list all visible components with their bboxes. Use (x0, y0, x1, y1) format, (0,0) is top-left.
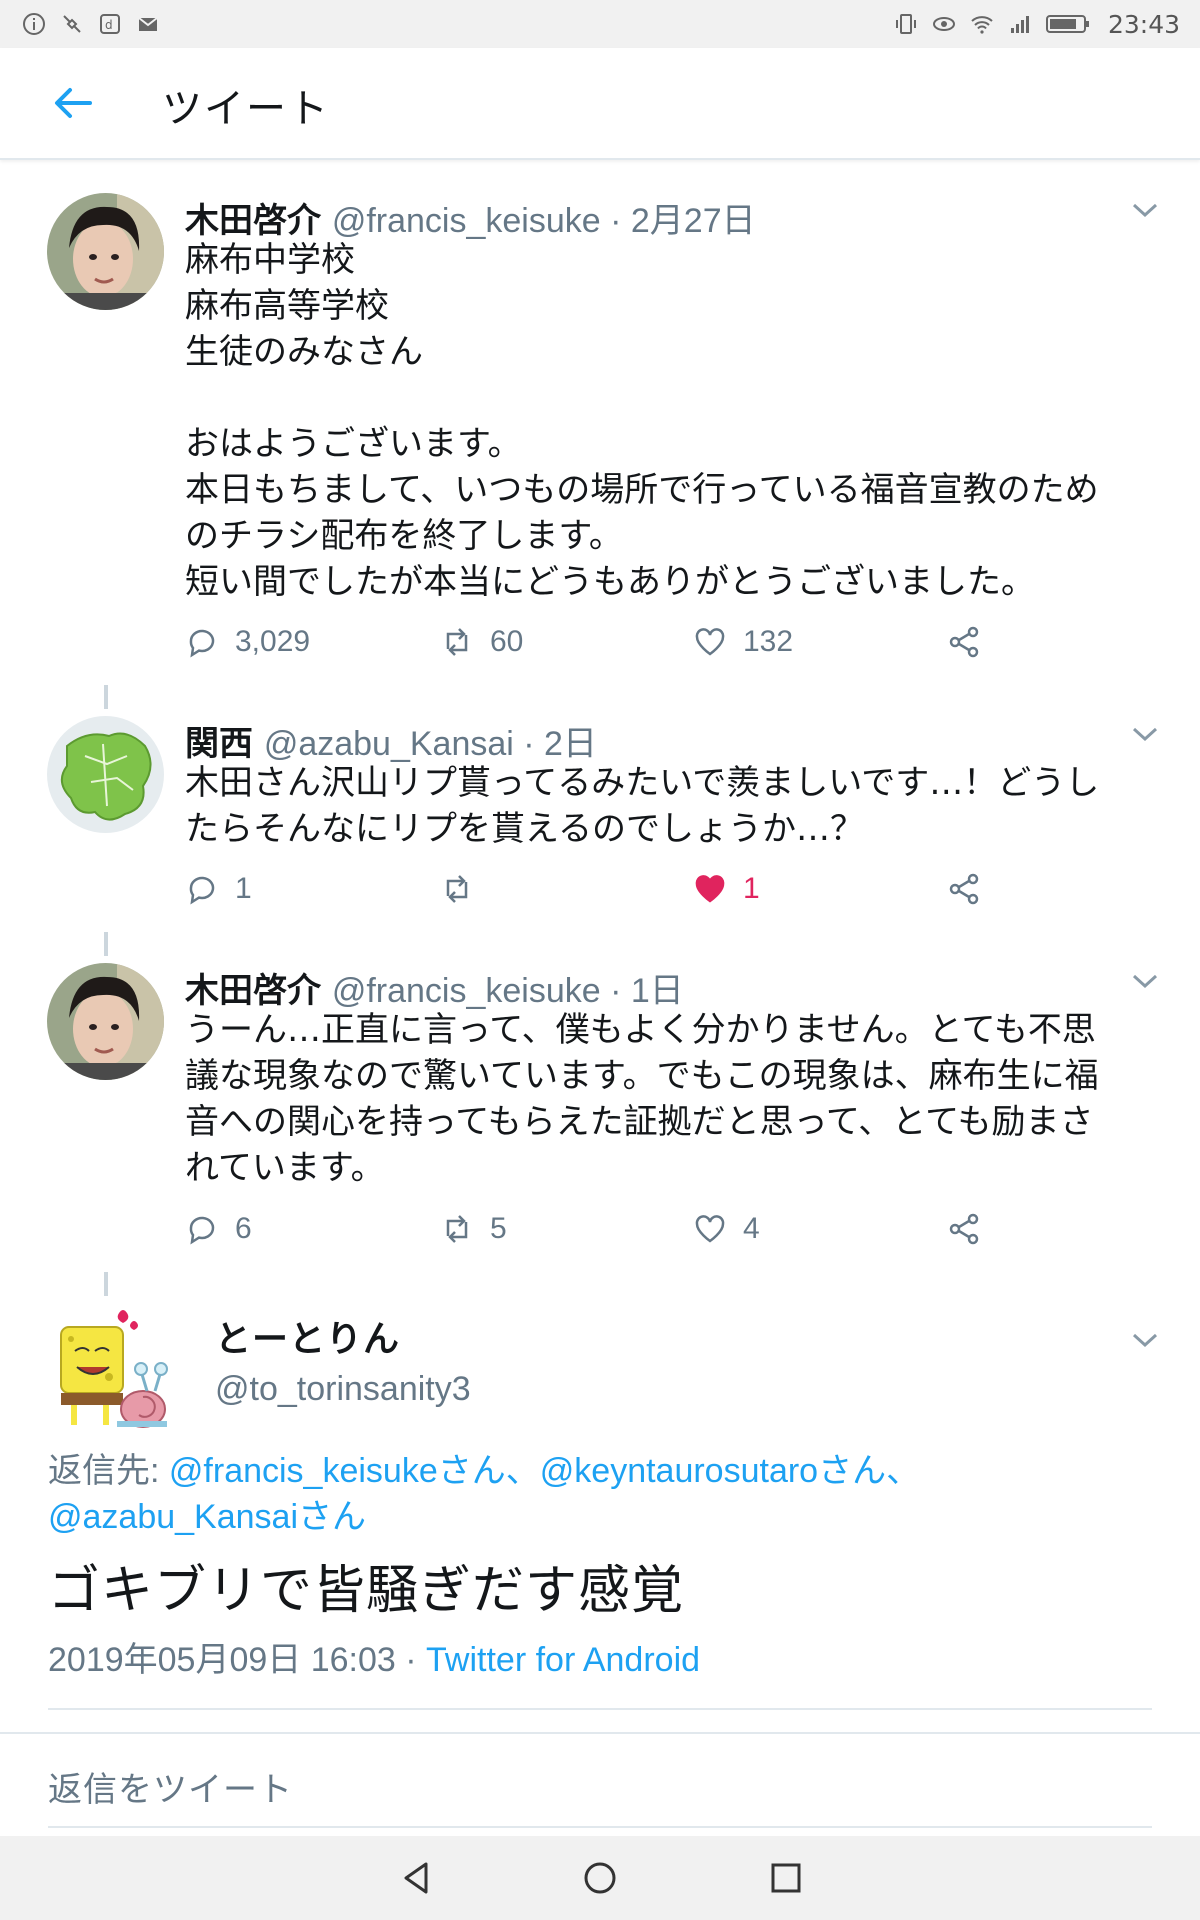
like-count: 1 (743, 872, 760, 905)
divider (0, 1732, 1200, 1734)
avatar-photo (47, 193, 164, 310)
thread-line (104, 685, 108, 709)
reply-input[interactable]: 返信をツイート (48, 1762, 293, 1811)
like-button[interactable]: 1 (693, 872, 760, 906)
share-icon (949, 626, 979, 658)
reply-count: 1 (235, 872, 252, 905)
satellite-icon (63, 15, 81, 33)
vibrate-icon (895, 14, 916, 34)
chevron-down-icon[interactable] (1130, 1330, 1160, 1350)
nav-back-icon[interactable] (394, 1856, 438, 1900)
author-handle-date[interactable]: @francis_keisuke · 1日 (332, 972, 684, 1010)
like-button[interactable]: 4 (693, 1212, 760, 1246)
retweet-icon (446, 628, 468, 656)
reply-icon (189, 1216, 215, 1245)
system-nav-bar (0, 1836, 1200, 1920)
status-bar-right: 23:43 (894, 10, 1180, 39)
sponge-character-avatar[interactable] (47, 1305, 177, 1435)
author-name[interactable]: 関西 (185, 724, 253, 764)
chevron-down-icon[interactable] (1130, 971, 1160, 991)
share-button[interactable] (947, 872, 981, 906)
focused-author-name[interactable]: とーとりん (215, 1310, 400, 1362)
map-avatar-image (47, 716, 164, 833)
reply-button[interactable]: 6 (185, 1212, 252, 1246)
reply-to-link[interactable]: @azabu_Kansaiさん (48, 1498, 366, 1536)
status-bar: d 23:43 (0, 0, 1200, 48)
share-button[interactable] (947, 1212, 981, 1246)
retweet-count: 60 (490, 625, 524, 658)
wifi-icon (971, 16, 993, 34)
reply-to-label: 返信先: (48, 1452, 169, 1490)
tweet-text: 木田さん沢山リプ貰ってるみたいで羨ましいです…！どうし たらそんなにリプを貰える… (185, 763, 1100, 849)
avatar[interactable] (47, 716, 164, 833)
thread-line (104, 932, 108, 956)
author-name[interactable]: 木田啓介 (185, 971, 321, 1011)
author-handle-date[interactable]: @francis_keisuke · 2月27日 (332, 202, 756, 240)
tweet-datetime: 2019年05月09日 16:03 · (48, 1641, 427, 1679)
signal-icon (1010, 16, 1029, 33)
retweet-count: 5 (490, 1212, 507, 1245)
retweet-button[interactable] (440, 872, 490, 906)
avatar[interactable] (47, 963, 164, 1080)
svg-text:d: d (105, 18, 113, 32)
heart-filled-icon (695, 875, 725, 903)
share-icon (949, 1213, 979, 1245)
retweet-icon (446, 1215, 468, 1243)
divider (48, 1826, 1152, 1828)
reply-count: 6 (235, 1212, 252, 1245)
tweet-header: 関西 @azabu_Kansai · 2日 (185, 716, 597, 765)
reply-button[interactable]: 1 (185, 872, 252, 906)
nav-recents-icon[interactable] (764, 1856, 808, 1900)
reply-count: 3,029 (235, 625, 311, 658)
reply-to-link[interactable]: @francis_keisukeさん、 (169, 1452, 540, 1490)
author-name[interactable]: 木田啓介 (185, 201, 321, 241)
chevron-down-icon[interactable] (1130, 724, 1160, 744)
tweet-actions: 6 5 4 (185, 1212, 1005, 1252)
heart-icon (695, 1215, 725, 1243)
share-button[interactable] (947, 625, 981, 659)
retweet-button[interactable]: 5 (440, 1212, 507, 1246)
author-handle-date[interactable]: @azabu_Kansai · 2日 (264, 725, 597, 763)
retweet-icon (446, 875, 468, 903)
heart-icon (695, 628, 725, 656)
app-header: ツイート (0, 48, 1200, 160)
page-title: ツイート (162, 86, 330, 132)
reply-icon (189, 629, 215, 658)
like-count: 132 (743, 625, 794, 658)
chevron-down-icon[interactable] (1130, 200, 1160, 220)
like-count: 4 (743, 1212, 760, 1245)
focused-author-handle[interactable]: @to_torinsanity3 (215, 1370, 471, 1409)
eye-icon (932, 17, 955, 31)
tweet-timestamp-source: 2019年05月09日 16:03 · Twitter for Android (48, 1632, 700, 1681)
divider (48, 1708, 1152, 1710)
tweet-header: 木田啓介 @francis_keisuke · 2月27日 (185, 193, 756, 242)
nav-home-icon[interactable] (578, 1856, 622, 1900)
d-app-icon: d (100, 14, 120, 34)
battery-icon (1045, 15, 1089, 33)
back-arrow-icon[interactable] (52, 82, 94, 124)
thread-line (104, 1272, 108, 1296)
reply-to-line: 返信先: @francis_keisukeさん、@keyntaurosutaro… (48, 1448, 1158, 1540)
tweet-text: 麻布中学校 麻布高等学校 生徒のみなさん おはようございます。 本日もちまして、… (185, 240, 1099, 602)
tweet-actions: 3,029 60 132 (185, 625, 1005, 665)
tweet-source-link[interactable]: Twitter for Android (426, 1641, 700, 1679)
tweet-header: 木田啓介 @francis_keisuke · 1日 (185, 963, 684, 1012)
info-icon (23, 13, 45, 35)
tweet-actions: 1 1 (185, 872, 1005, 912)
retweet-button[interactable]: 60 (440, 625, 523, 659)
like-button[interactable]: 132 (693, 625, 793, 659)
tweet-text: うーん…正直に言って、僕もよく分かりません。とても不思 議な現象なので驚いていま… (185, 1010, 1099, 1188)
status-bar-left: d (22, 12, 160, 36)
clock: 23:43 (1107, 9, 1180, 39)
avatar-photo (47, 963, 164, 1080)
mail-icon (138, 17, 158, 31)
reply-icon (189, 876, 215, 905)
share-icon (949, 873, 979, 905)
reply-to-link[interactable]: @keyntaurosutaroさん、 (540, 1452, 920, 1490)
reply-button[interactable]: 3,029 (185, 625, 310, 659)
avatar[interactable] (47, 193, 164, 310)
focused-tweet-text: ゴキブリで皆騒ぎだす感覚 (48, 1561, 685, 1621)
